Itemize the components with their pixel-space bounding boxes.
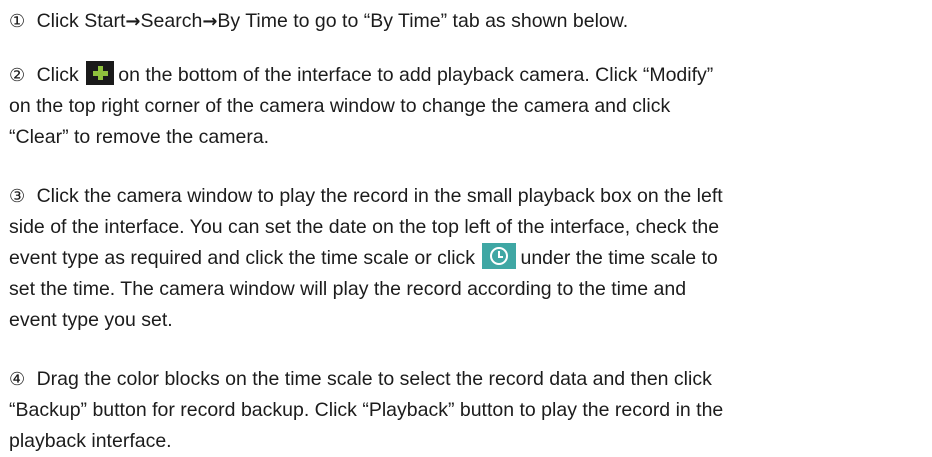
step-text: on the bottom of the interface to add pl… bbox=[118, 64, 714, 86]
step-number: ③ bbox=[9, 186, 26, 207]
step-4-line-2: “Backup” button for record backup. Click… bbox=[9, 399, 724, 421]
clock-icon bbox=[482, 243, 517, 269]
step-3: ③ Click the camera window to play the re… bbox=[9, 181, 927, 336]
step-number: ④ bbox=[9, 369, 26, 390]
step-text: By Time to go to “By Time” tab as shown … bbox=[217, 10, 629, 32]
arrow-right-icon: → bbox=[125, 11, 141, 32]
step-2-line-3: “Clear” to remove the camera. bbox=[9, 126, 270, 148]
step-4-line-3: playback interface. bbox=[9, 430, 172, 452]
step-text: Click Start bbox=[36, 10, 126, 32]
step-3-line-3: event type as required and click the tim… bbox=[9, 243, 927, 274]
step-text: event type as required and click the tim… bbox=[9, 247, 476, 269]
step-number: ① bbox=[9, 11, 26, 32]
step-3-line-4: set the time. The camera window will pla… bbox=[9, 278, 687, 300]
step-2: ② Click on the bottom of the interface t… bbox=[9, 60, 927, 153]
step-4-line-1: ④ Drag the color blocks on the time scal… bbox=[9, 364, 927, 395]
step-3-line-2: side of the interface. You can set the d… bbox=[9, 216, 720, 238]
step-4: ④ Drag the color blocks on the time scal… bbox=[9, 364, 927, 457]
plus-icon bbox=[86, 61, 115, 85]
step-1: ① Click Start→Search→By Time to go to “B… bbox=[9, 6, 927, 37]
step-2-line-1: ② Click on the bottom of the interface t… bbox=[9, 60, 927, 91]
step-number: ② bbox=[9, 65, 26, 86]
arrow-right-icon: → bbox=[202, 11, 218, 32]
step-3-line-5: event type you set. bbox=[9, 309, 173, 331]
step-text: Click bbox=[36, 64, 79, 86]
step-text: Search bbox=[140, 10, 203, 32]
step-1-line-1: ① Click Start→Search→By Time to go to “B… bbox=[9, 6, 927, 37]
step-text: Drag the color blocks on the time scale … bbox=[36, 368, 712, 390]
step-3-line-1: ③ Click the camera window to play the re… bbox=[9, 181, 927, 212]
step-text: under the time scale to bbox=[520, 247, 718, 269]
step-text: Click the camera window to play the reco… bbox=[36, 185, 723, 207]
step-2-line-2: on the top right corner of the camera wi… bbox=[9, 95, 671, 117]
